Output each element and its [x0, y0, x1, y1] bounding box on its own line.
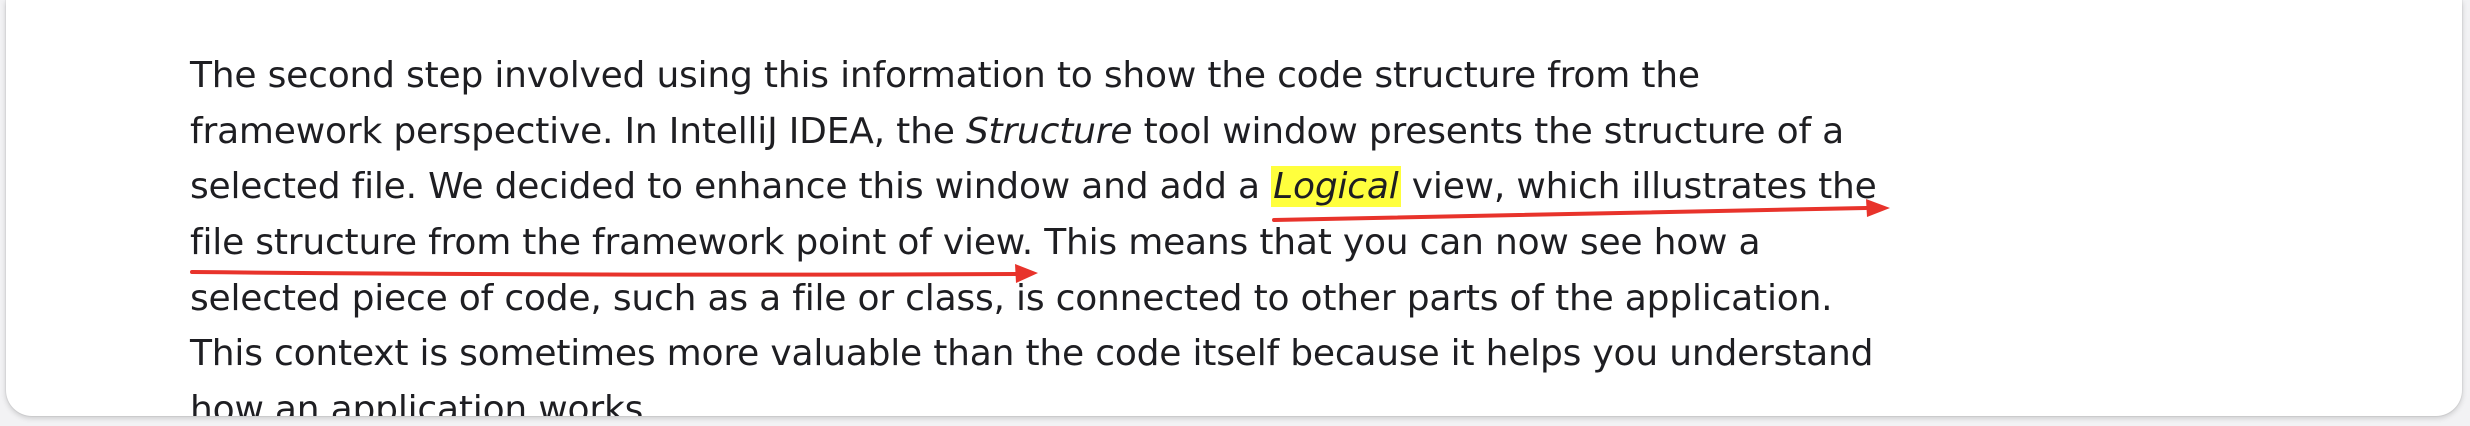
- paragraph-line-2: framework perspective. In IntelliJ IDEA,…: [190, 110, 1845, 152]
- paragraph-line-5: selected piece of code, such as a file o…: [190, 277, 1833, 319]
- paragraph-line-4: file structure from the framework point …: [190, 222, 1761, 264]
- paragraph-line-3: selected file. We decided to enhance thi…: [190, 166, 1877, 208]
- logical-highlight: Logical: [1271, 166, 1401, 208]
- paragraph-line-7: how an application works.: [190, 389, 655, 416]
- article-card: The second step involved using this info…: [6, 0, 2462, 416]
- structure-emphasis: Structure: [965, 110, 1133, 152]
- paragraph-line-1: The second step involved using this info…: [190, 55, 1700, 96]
- paragraph-line-6: This context is sometimes more valuable …: [190, 333, 1874, 375]
- article-paragraph: The second step involved using this info…: [190, 48, 2090, 416]
